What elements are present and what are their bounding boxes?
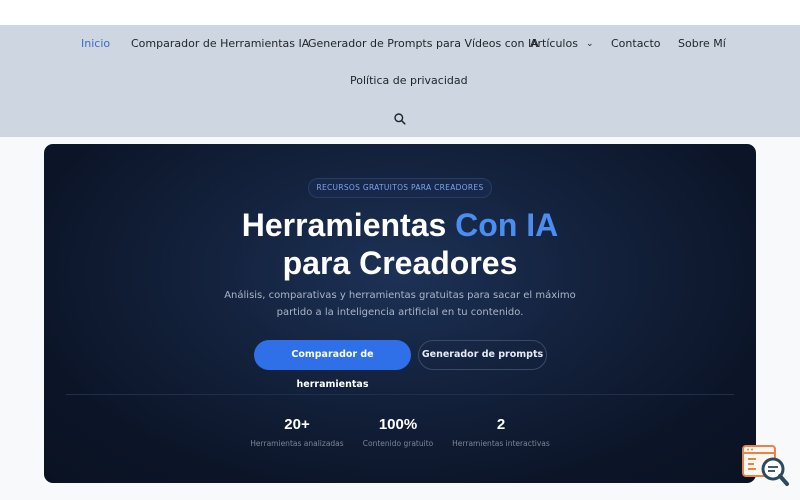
stat-tools-analyzed: 20+ Herramientas analizadas <box>242 416 352 450</box>
nav-item-politica-privacidad[interactable]: Política de privacidad <box>350 74 468 88</box>
nav-item-comparador[interactable]: Comparador de Herramientas IA <box>131 37 309 51</box>
nav-item-generador-prompts[interactable]: Generador de Prompts para Vídeos con IA <box>308 37 539 51</box>
hero-title-line2: para Creadores <box>282 245 518 281</box>
stat-value: 20+ <box>284 416 310 433</box>
hero-badge: RECURSOS GRATUITOS PARA CREADORES <box>308 178 492 198</box>
chat-search-icon[interactable] <box>742 444 790 488</box>
hero-title-part1: Herramientas <box>241 207 456 243</box>
hero-title-accent: Con IA <box>455 207 559 243</box>
stat-label: Herramientas interactivas <box>452 439 550 448</box>
chevron-down-icon: ⌄ <box>585 39 594 49</box>
stat-interactive-tools: 2 Herramientas interactivas <box>446 416 556 450</box>
search-icon[interactable] <box>393 111 407 125</box>
hero-subtitle-line1: Análisis, comparativas y herramientas gr… <box>224 290 576 301</box>
stat-free-content: 100% Contenido gratuito <box>343 416 453 450</box>
hero-title: Herramientas Con IA para Creadores <box>44 206 756 282</box>
stat-value: 2 <box>496 416 506 433</box>
stat-label: Herramientas analizadas <box>250 439 344 448</box>
main-navigation: Inicio Comparador de Herramientas IA Gen… <box>0 25 800 137</box>
top-spacer <box>0 0 800 25</box>
hero-subtitle-line2: partido a la inteligencia artificial en … <box>276 307 524 318</box>
stat-value: 100% <box>378 416 418 433</box>
comparador-button[interactable]: Comparador de herramientas <box>254 340 411 390</box>
nav-item-articulos[interactable]: Artículos ⌄ <box>530 37 594 51</box>
nav-item-contacto[interactable]: Contacto <box>611 37 661 51</box>
nav-item-inicio[interactable]: Inicio <box>81 37 110 51</box>
hero-section: RECURSOS GRATUITOS PARA CREADORES Herram… <box>44 144 756 483</box>
page-content: RECURSOS GRATUITOS PARA CREADORES Herram… <box>0 137 800 500</box>
stat-label: Contenido gratuito <box>362 439 434 448</box>
nav-item-articulos-label: Artículos <box>530 37 578 50</box>
generador-prompts-button[interactable]: Generador de prompts <box>418 340 547 370</box>
stats-divider <box>66 394 734 395</box>
nav-item-sobre-mi[interactable]: Sobre Mí <box>678 37 726 51</box>
hero-subtitle: Análisis, comparativas y herramientas gr… <box>220 287 580 321</box>
